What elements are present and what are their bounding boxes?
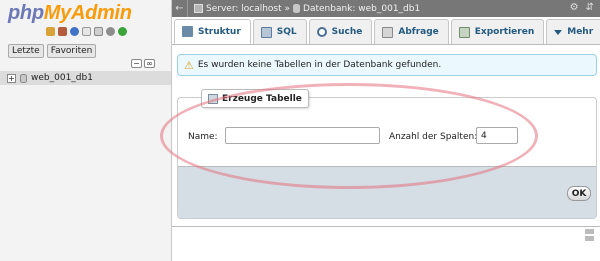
new-table-icon bbox=[208, 93, 218, 104]
documentation-icon[interactable] bbox=[82, 27, 91, 36]
tab-more[interactable]: Mehr bbox=[546, 19, 600, 44]
create-table-fields: Name: Anzahl der Spalten: bbox=[178, 127, 598, 147]
tab-label: Suche bbox=[331, 27, 363, 37]
query-icon bbox=[382, 26, 394, 38]
phpmyadmin-logo[interactable]: phpMyAdmin bbox=[8, 2, 132, 25]
gear-icon[interactable]: ⚙ bbox=[570, 2, 579, 13]
recent-tab[interactable]: Letzte bbox=[8, 44, 44, 58]
tab-label: Abfrage bbox=[398, 27, 439, 37]
logout-icon[interactable] bbox=[58, 27, 67, 36]
notice-message: ⚠ Es wurden keine Tabellen in der Datenb… bbox=[177, 54, 597, 76]
favorites-tab[interactable]: Favoriten bbox=[46, 44, 97, 58]
breadcrumb-database[interactable]: Datenbank: web_001_db1 bbox=[303, 4, 420, 14]
tab-structure[interactable]: Struktur bbox=[174, 19, 251, 44]
tab-search[interactable]: Suche bbox=[308, 19, 373, 44]
divider bbox=[172, 226, 600, 227]
logo-myadmin-text: MyAdmin bbox=[43, 2, 132, 24]
table-name-input[interactable] bbox=[225, 127, 380, 144]
database-icon bbox=[293, 4, 301, 13]
tab-sql[interactable]: SQL bbox=[252, 19, 307, 44]
breadcrumb: ← Server: localhost » Datenbank: web_001… bbox=[172, 0, 600, 17]
chevron-down-icon bbox=[554, 29, 563, 35]
gear-icon[interactable] bbox=[106, 27, 115, 36]
form-footer: OK bbox=[178, 166, 596, 218]
tab-export[interactable]: Exportieren bbox=[450, 19, 545, 44]
tab-label: SQL bbox=[276, 27, 297, 37]
breadcrumb-server[interactable]: Server: localhost » bbox=[206, 4, 290, 14]
sql-docs-icon[interactable] bbox=[94, 27, 103, 36]
search-icon bbox=[316, 27, 327, 37]
console-toggle[interactable] bbox=[585, 229, 594, 241]
database-icon bbox=[20, 73, 27, 83]
server-icon bbox=[194, 4, 203, 13]
logo-php-text: php bbox=[8, 2, 44, 24]
database-name[interactable]: web_001_db1 bbox=[31, 73, 93, 83]
structure-icon bbox=[182, 26, 193, 37]
database-tabs: Struktur SQL Suche Abfrage Exportieren M… bbox=[172, 19, 600, 45]
link-with-main-icon[interactable]: ∞ bbox=[144, 59, 155, 68]
sql-icon bbox=[260, 26, 272, 38]
collapse-all-icon[interactable]: − bbox=[131, 59, 142, 68]
notice-text: Es wurden keine Tabellen in der Datenban… bbox=[197, 60, 442, 70]
home-icon[interactable] bbox=[46, 27, 55, 36]
tab-label: Mehr bbox=[567, 27, 594, 37]
nav-tabs: Letzte Favoriten bbox=[8, 44, 97, 58]
tab-label: Struktur bbox=[198, 26, 241, 37]
console-bar-icon bbox=[585, 236, 594, 241]
create-table-legend: Erzeuge Tabelle bbox=[201, 89, 309, 108]
sidebar-item-database[interactable]: + web_001_db1 bbox=[0, 71, 171, 85]
tab-query[interactable]: Abfrage bbox=[374, 19, 449, 44]
nav-icon-bar bbox=[46, 27, 127, 36]
navigation-panel: phpMyAdmin Letzte Favoriten − ∞ + web_00… bbox=[0, 0, 172, 261]
warning-icon: ⚠ bbox=[184, 58, 194, 72]
columns-label: Anzahl der Spalten: bbox=[389, 132, 478, 142]
create-table-form: Erzeuge Tabelle Name: Anzahl der Spalten… bbox=[177, 89, 598, 219]
nav-tree-controls: − ∞ bbox=[131, 59, 155, 68]
tab-label: Exportieren bbox=[474, 27, 535, 37]
create-table-title: Erzeuge Tabelle bbox=[222, 93, 302, 104]
name-label: Name: bbox=[188, 132, 218, 142]
console-bar-icon bbox=[585, 229, 594, 234]
main-panel: ← Server: localhost » Datenbank: web_001… bbox=[172, 0, 600, 261]
expand-icon[interactable]: + bbox=[7, 73, 16, 83]
ok-button[interactable]: OK bbox=[567, 186, 591, 201]
reload-icon[interactable] bbox=[118, 27, 127, 36]
help-icon[interactable] bbox=[70, 27, 79, 36]
collapse-icon[interactable]: ⇵ bbox=[586, 2, 594, 13]
back-arrow-icon[interactable]: ← bbox=[172, 0, 188, 17]
column-count-input[interactable] bbox=[476, 127, 518, 144]
export-icon bbox=[458, 26, 470, 38]
topbar-controls: ⚙ ⇵ bbox=[570, 2, 594, 13]
